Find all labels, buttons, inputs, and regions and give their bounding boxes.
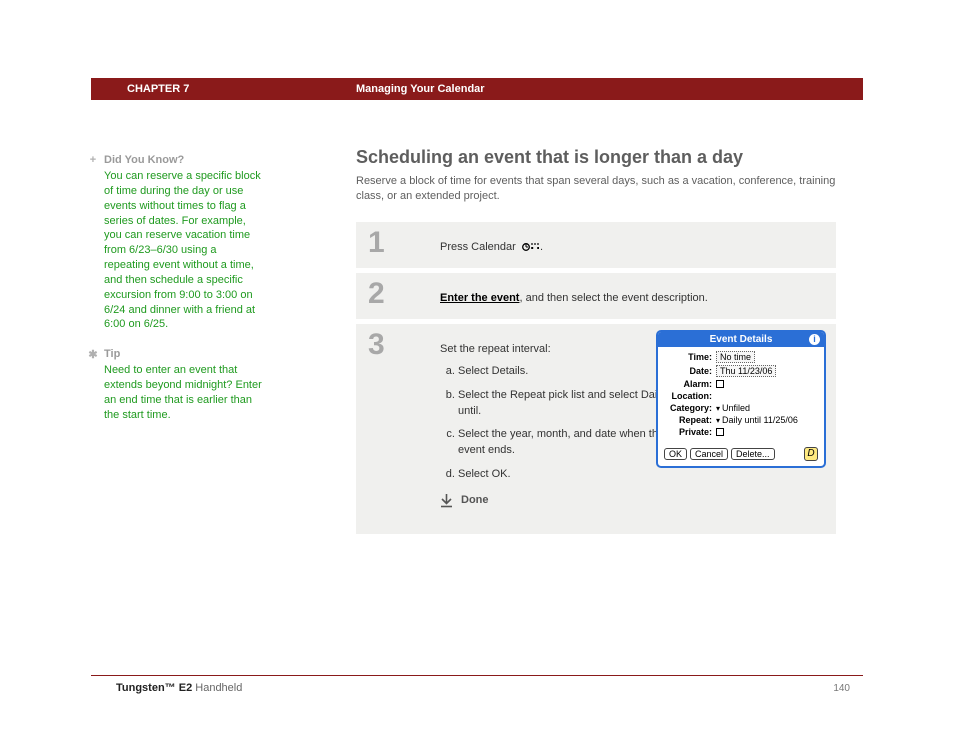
main-column: Scheduling an event that is longer than …: [356, 147, 836, 539]
calendar-icon: [521, 241, 537, 253]
substep-a: Select Details.: [458, 364, 680, 380]
done-row: Done: [440, 493, 680, 509]
alarm-checkbox[interactable]: [716, 380, 724, 388]
done-label: Done: [461, 493, 489, 509]
dialog-body: Time: No time Date: Thu 11/23/06 Alarm: …: [658, 347, 824, 443]
chapter-label: CHAPTER 7: [127, 83, 189, 95]
row-location: Location:: [664, 391, 818, 401]
repeat-picklist[interactable]: Daily until 11/25/06: [716, 415, 818, 425]
delete-button[interactable]: Delete...: [731, 448, 775, 460]
row-date: Date: Thu 11/23/06: [664, 365, 818, 377]
substep-c: Select the year, month, and date when th…: [458, 427, 680, 459]
section-intro: Reserve a block of time for events that …: [356, 174, 836, 204]
date-label: Date:: [664, 366, 712, 376]
time-value[interactable]: No time: [716, 351, 755, 363]
sidebar: + Did You Know? You can reserve a specif…: [104, 154, 264, 439]
footer-page-number: 140: [833, 683, 850, 694]
location-label: Location:: [664, 391, 712, 401]
private-checkbox[interactable]: [716, 428, 724, 436]
did-you-know-body: You can reserve a specific block of time…: [104, 169, 264, 332]
private-label: Private:: [664, 427, 712, 437]
step-3-sublist: Select Details. Select the Repeat pick l…: [440, 364, 680, 484]
did-you-know-heading: + Did You Know?: [104, 154, 264, 166]
tip-heading: ✱ Tip: [104, 348, 264, 360]
row-private: Private:: [664, 427, 818, 437]
event-details-dialog: Event Details i Time: No time Date: Thu …: [656, 330, 826, 468]
done-arrow-icon: [440, 494, 453, 508]
step-1-body: Press Calendar .: [440, 232, 824, 256]
plus-icon: +: [86, 154, 100, 166]
step-2: 2 Enter the event, and then select the e…: [356, 273, 836, 319]
chapter-header-bar: CHAPTER 7 Managing Your Calendar: [91, 78, 863, 100]
did-you-know-block: + Did You Know? You can reserve a specif…: [104, 154, 264, 332]
tip-block: ✱ Tip Need to enter an event that extend…: [104, 348, 264, 422]
ok-button[interactable]: OK: [664, 448, 687, 460]
step-number: 1: [368, 226, 385, 260]
chapter-title: Managing Your Calendar: [356, 83, 485, 95]
row-repeat: Repeat: Daily until 11/25/06: [664, 415, 818, 425]
dialog-title-text: Event Details: [710, 334, 773, 345]
row-category: Category: Unfiled: [664, 403, 818, 413]
dialog-titlebar: Event Details i: [658, 332, 824, 347]
step-1: 1 Press Calendar .: [356, 222, 836, 268]
note-button[interactable]: D: [804, 447, 818, 461]
step-number: 2: [368, 277, 385, 311]
substep-b: Select the Repeat pick list and select D…: [458, 388, 680, 420]
step-2-body: Enter the event, and then select the eve…: [440, 283, 824, 307]
date-value[interactable]: Thu 11/23/06: [716, 365, 776, 377]
substep-d: Select OK.: [458, 467, 680, 483]
step-3-lead: Set the repeat interval:: [440, 342, 680, 358]
row-alarm: Alarm:: [664, 379, 818, 389]
category-picklist[interactable]: Unfiled: [716, 403, 818, 413]
did-you-know-label: Did You Know?: [104, 154, 184, 166]
category-label: Category:: [664, 403, 712, 413]
step-number: 3: [368, 328, 385, 362]
repeat-label: Repeat:: [664, 415, 712, 425]
tip-label: Tip: [104, 348, 120, 360]
row-time: Time: No time: [664, 351, 818, 363]
step-1-text-b: .: [540, 241, 543, 253]
footer-product: Tungsten™ E2 Handheld: [116, 682, 242, 694]
footer-rule: [91, 675, 863, 676]
info-icon[interactable]: i: [809, 334, 820, 345]
step-3-body: Set the repeat interval: Select Details.…: [440, 334, 680, 510]
asterisk-icon: ✱: [86, 348, 100, 361]
section-title: Scheduling an event that is longer than …: [356, 147, 836, 168]
time-label: Time:: [664, 352, 712, 362]
step-3: 3 Set the repeat interval: Select Detail…: [356, 324, 836, 534]
content-area: + Did You Know? You can reserve a specif…: [91, 130, 863, 658]
dialog-buttons: OK Cancel Delete... D: [658, 443, 824, 466]
footer-product-rest: Handheld: [192, 682, 242, 694]
enter-event-link[interactable]: Enter the event: [440, 292, 519, 304]
alarm-label: Alarm:: [664, 379, 712, 389]
step-2-text-b: , and then select the event description.: [519, 292, 707, 304]
cancel-button[interactable]: Cancel: [690, 448, 728, 460]
step-1-text-a: Press Calendar: [440, 241, 519, 253]
footer-product-bold: Tungsten™ E2: [116, 682, 192, 694]
tip-body: Need to enter an event that extends beyo…: [104, 363, 264, 422]
